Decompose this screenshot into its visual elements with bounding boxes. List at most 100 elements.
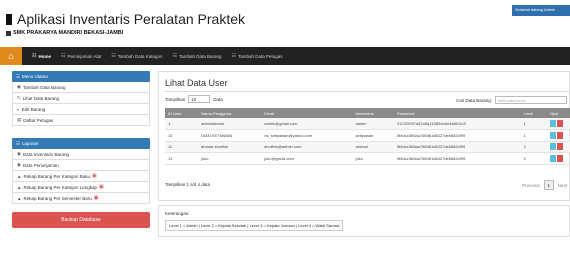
sidebar-item-tambah-barang[interactable]: ◉ Tambah Data Barang — [12, 82, 150, 93]
edit-icon: ◐ — [17, 106, 20, 112]
home-icon[interactable]: ⌂ — [0, 47, 22, 65]
cell-password: 5f4dcc3b5aa765d61d8327deb882cf99 — [393, 129, 521, 142]
table-length-control: Tampilkan 10 Data — [165, 95, 223, 103]
nav-item-barang[interactable]: ☷ Tambah Data Barang — [173, 53, 222, 59]
delete-icon[interactable] — [557, 120, 563, 127]
list-icon: ▤ — [17, 117, 22, 122]
user-welcome-box[interactable]: Selamat datang Admin — [512, 5, 570, 16]
sidebar-item-label: Rekap Barang Per Semester Baru — [23, 195, 92, 201]
app-header: Aplikasi Inventaris Peralatan Praktek SM… — [0, 0, 570, 42]
sidebar-item-data-peminjaman[interactable]: ◉ Data Peminjaman — [12, 160, 150, 171]
cell-password: 21232f297a57a5a743894a0e4a801fc3 — [393, 118, 521, 130]
legend-panel: Keterangan: Level 1 = Admin | Level 2 = … — [158, 205, 570, 237]
col-nama-pengguna[interactable]: Nama Pengguna — [198, 108, 262, 118]
cell-opsi — [547, 152, 570, 165]
cell-nama: joko — [198, 152, 262, 165]
col-opsi: Opsi — [547, 108, 570, 118]
warning-icon: ▲ — [17, 184, 22, 190]
cell-username: joko — [352, 152, 394, 165]
col-password[interactable]: Password — [393, 108, 521, 118]
delete-icon[interactable] — [557, 131, 563, 139]
cell-id: 11 — [165, 141, 199, 153]
cell-nama: ahmad sholihin — [198, 141, 262, 153]
warning-icon: ▲ — [17, 195, 22, 201]
nav-label: Home — [38, 53, 51, 59]
legend-text: Level 1 = Admin | Level 2 = Kepala Sekol… — [165, 220, 344, 231]
sidebar-menu-header: ☰ Menu Utama — [12, 71, 150, 82]
sidebar-item-data-inventaris[interactable]: ◉ Data Inventaris Barang — [12, 149, 150, 160]
length-prefix: Tampilkan — [165, 96, 186, 102]
delete-icon[interactable] — [557, 143, 563, 151]
main-panel: Lihat Data User Tampilkan 10 Data Cari D… — [158, 71, 570, 201]
cell-level: 1 — [520, 129, 547, 142]
nav-item-kategori[interactable]: ☷ Tambah Data Kategori — [111, 53, 162, 59]
pdf-icon: ▣ — [99, 184, 104, 190]
sidebar-item-edit-barang[interactable]: ◐ Edit Barang — [12, 104, 150, 115]
col-level[interactable]: Level — [520, 108, 547, 118]
pdf-icon: ▣ — [92, 173, 97, 179]
sidebar-item-rekap-baku[interactable]: ▲ Rekap Barang Per Kategori Baku ▣ — [12, 171, 150, 182]
search-label: Cari Data Barang: — [455, 97, 492, 103]
nav-item-home[interactable]: ☷ Home — [32, 53, 51, 59]
pdf-icon: ▣ — [93, 195, 99, 201]
backup-database-button[interactable]: Backup Database — [12, 212, 150, 228]
cell-password: 5f4dcc3b5aa765d61d8327deb882cf99 — [393, 141, 521, 153]
cell-level: 1 — [520, 118, 547, 130]
legend-title: Keterangan: — [165, 211, 190, 216]
table-row: 10 DIAN SETIAWAN ns_setiyawan@yahoo.com … — [165, 129, 570, 142]
col-email[interactable]: Email — [261, 108, 353, 118]
pager-page-1[interactable]: 1 — [543, 180, 554, 190]
col-username[interactable]: Username — [352, 108, 394, 118]
length-select[interactable]: 10 — [188, 95, 211, 103]
pager-next[interactable]: Next — [558, 183, 567, 188]
nav-icon: ☷ — [172, 53, 178, 59]
col-id-user[interactable]: ID User — [165, 108, 199, 118]
top-navbar: ⌂ ☷ Home ☷ Peminjaman Alat ☷ Tambah Data… — [0, 47, 570, 65]
table-row: 1 administrator admin@gmail.com admin 21… — [165, 118, 570, 130]
edit-icon[interactable] — [550, 143, 556, 151]
pagination: Previous 1 Next — [522, 180, 567, 190]
cell-nama: DIAN SETIAWAN — [198, 129, 262, 142]
circle-icon: ◉ — [17, 162, 21, 167]
sidebar-item-label: Data Peminjaman — [22, 162, 59, 168]
sidebar-item-lihat-barang[interactable]: ↻ Lihat Data Barang — [12, 93, 150, 104]
cell-username: setiyawan — [352, 129, 394, 142]
delete-icon[interactable] — [557, 154, 563, 162]
sidebar-item-label: Data Inventaris Barang — [22, 151, 69, 157]
sidebar-menu-title: Menu Utama — [22, 74, 48, 79]
table-row: 12 joko joko@gmail.com joko 5f4dcc3b5aa7… — [165, 152, 570, 165]
page-title: Lihat Data User — [165, 78, 228, 88]
nav-label: Tambah Data Kategori — [117, 53, 163, 59]
cell-username: admin — [352, 118, 394, 130]
nav-icon: ☷ — [111, 53, 116, 59]
cell-password: 5f4dcc3b5aa765d61d8327deb882cf99 — [393, 152, 521, 165]
search-input[interactable]: ketik kata kunci — [495, 96, 567, 104]
refresh-icon: ↻ — [17, 95, 21, 100]
pager-previous[interactable]: Previous — [522, 183, 540, 188]
nav-label: Tambah Data Petugas — [238, 53, 283, 59]
sidebar-item-rekap-semester[interactable]: ▲ Rekap Barang Per Semester Baru ▣ — [12, 193, 150, 204]
cell-username: ahmad — [352, 141, 394, 153]
sidebar-item-label: Edit Barang — [21, 106, 46, 112]
sidebar-item-daftar-petugas[interactable]: ▤ Daftar Petugas — [12, 115, 150, 126]
edit-icon[interactable] — [550, 154, 556, 162]
table-row: 11 ahmad sholihin sholihin@admin.com ahm… — [165, 141, 570, 153]
cell-opsi — [547, 129, 570, 142]
nav-item-peminjaman[interactable]: ☷ Peminjaman Alat — [61, 53, 101, 59]
users-table: ID User Nama Pengguna Email Username Pas… — [165, 108, 570, 165]
cell-opsi — [547, 118, 570, 130]
cell-id: 10 — [165, 129, 199, 142]
plus-circle-icon: ◉ — [17, 84, 21, 89]
sidebar-item-label: Lihat Data Barang — [22, 95, 60, 101]
table-header-row: ID User Nama Pengguna Email Username Pas… — [165, 108, 570, 118]
cell-level: 2 — [520, 141, 547, 153]
phone-icon — [6, 13, 12, 25]
cell-nama: administrator — [198, 118, 262, 130]
nav-icon: ☷ — [231, 53, 237, 59]
edit-icon[interactable] — [550, 120, 556, 127]
sidebar-item-label: Daftar Petugas — [23, 117, 54, 123]
edit-icon[interactable] — [550, 131, 556, 139]
nav-item-petugas[interactable]: ☷ Tambah Data Petugas — [232, 53, 283, 59]
sidebar-item-rekap-lengkap[interactable]: ▲ Rekap Barang Per Kategori Lengkap ▣ — [12, 182, 150, 193]
cell-email: admin@gmail.com — [261, 118, 353, 130]
